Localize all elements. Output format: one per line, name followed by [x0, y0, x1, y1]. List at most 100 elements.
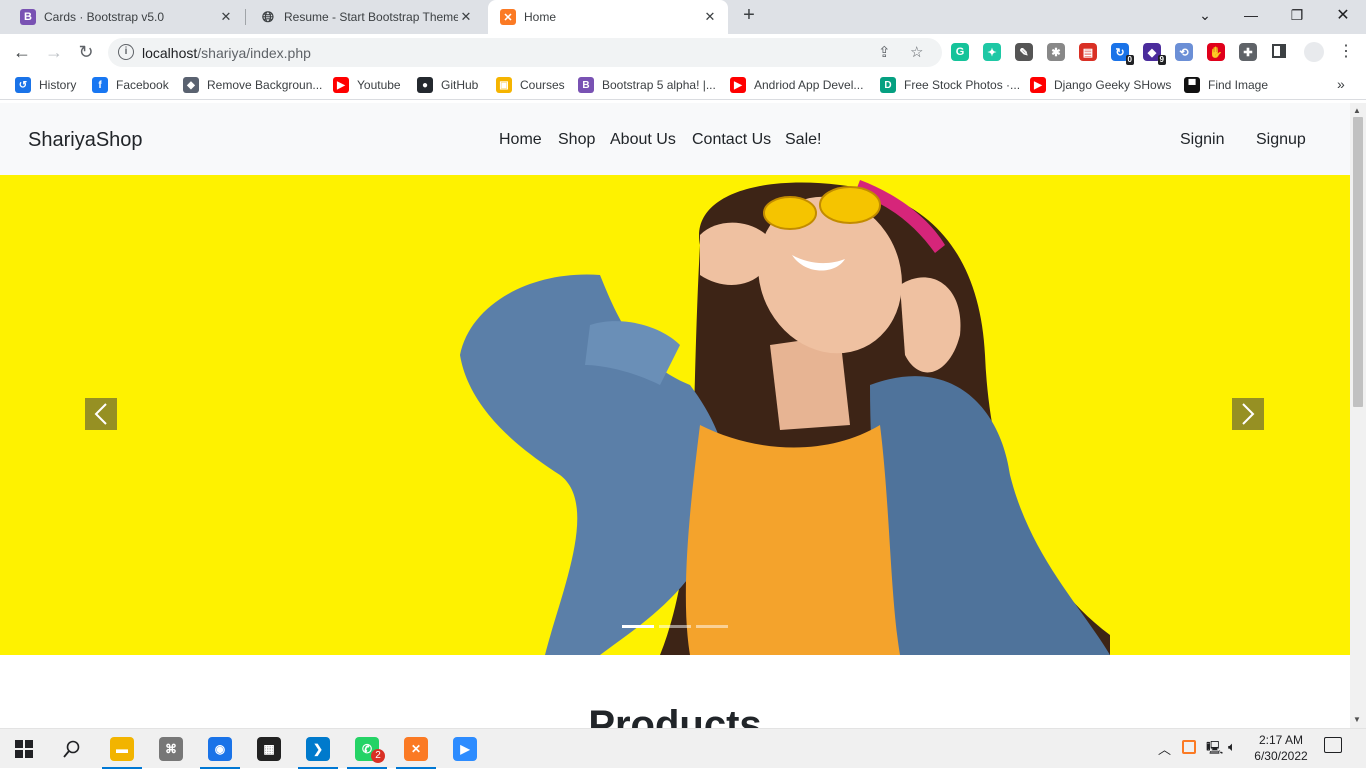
carousel-next-button[interactable] [1232, 398, 1264, 430]
scroll-down-icon[interactable]: ▼ [1353, 715, 1361, 724]
zoom-icon: ▶ [453, 737, 477, 761]
scroll-up-icon[interactable]: ▲ [1353, 106, 1361, 115]
bookmark-item[interactable]: f Facebook [92, 76, 169, 94]
start-button[interactable] [0, 729, 48, 769]
youtube-icon: ▶ [333, 77, 349, 93]
windows-taskbar: ▬ ⌘ ◉ ▦ ❯ ✆ 2 ✕ ▶ ︿ 🖳︎ 🔈︎ 2:17 AM 6/30/2022 [0, 728, 1366, 769]
close-icon[interactable]: ✕ [458, 9, 474, 25]
web-page-icon[interactable]: ▤ [1079, 43, 1097, 61]
tab-home[interactable]: ✕ Home ✕ [488, 0, 728, 34]
xampp-tray-icon[interactable] [1182, 740, 1196, 754]
bookmark-item[interactable]: ↺ History [15, 76, 76, 94]
classroom-icon: ▣ [496, 77, 512, 93]
tweeter-icon[interactable]: ✦ [983, 43, 1001, 61]
tab-title: Cards · Bootstrap v5.0 [44, 10, 165, 24]
new-tab-button[interactable]: + [738, 4, 760, 28]
loop-icon[interactable]: ⟲ [1175, 43, 1193, 61]
bookmark-item[interactable]: ▶ Youtube [333, 76, 401, 94]
bookmark-item[interactable]: ▣ Courses [496, 76, 565, 94]
bookmark-label: Facebook [116, 78, 169, 92]
chrome-icon: ◉ [208, 737, 232, 761]
taskbar-app-chip-app[interactable]: ▦ [245, 729, 293, 769]
reload-icon[interactable]: ↻ [72, 38, 100, 66]
notifications-icon[interactable] [1324, 737, 1342, 753]
carousel-indicator-1[interactable] [622, 625, 654, 628]
bookmark-item[interactable]: ▶ Andriod App Devel... [730, 76, 863, 94]
extension-badge: 0 [1125, 55, 1134, 65]
bookmark-item[interactable]: D Free Stock Photos ·... [880, 76, 1020, 94]
grammarly-icon[interactable]: G [951, 43, 969, 61]
address-bar[interactable]: i localhost/shariya/index.php ⇪ ☆ [108, 38, 942, 67]
search-icon [63, 740, 80, 758]
clock-time: 2:17 AM [1258, 733, 1304, 747]
bookmark-item[interactable]: ▶ Django Geeky SHows [1030, 76, 1171, 94]
tab-title: Resume - Start Bootstrap Theme [284, 10, 458, 24]
browser-tab-strip: B Cards · Bootstrap v5.0 ✕ 🌐︎ Resume - S… [0, 0, 1366, 34]
carousel-indicator-3[interactable] [696, 625, 728, 628]
back-icon[interactable]: ← [8, 38, 36, 66]
share-icon[interactable]: ⇪ [878, 43, 891, 61]
bookmark-item[interactable]: ▀ Find Image [1184, 76, 1268, 94]
facebook-icon: f [92, 77, 108, 93]
system-clock[interactable]: 2:17 AM 6/30/2022 [1250, 732, 1312, 764]
sunglasses-left [763, 196, 817, 230]
puzzle-icon[interactable]: ✚ [1239, 43, 1257, 61]
profile-avatar[interactable] [1304, 42, 1324, 62]
show-hidden-icons-icon[interactable]: ︿ [1158, 739, 1171, 758]
carousel-prev-button[interactable] [85, 398, 117, 430]
carousel-indicator-2[interactable] [659, 625, 691, 628]
bookmark-label: History [39, 78, 77, 92]
chip-app-icon: ▦ [257, 737, 281, 761]
nav-contact-us[interactable]: Contact Us [692, 131, 771, 149]
taskbar-app-chrome[interactable]: ◉ [196, 729, 244, 769]
minimize-icon[interactable]: — [1228, 0, 1274, 30]
gem-icon[interactable]: ◆ 9 [1143, 43, 1166, 65]
adblock-icon[interactable]: ✋ [1207, 43, 1225, 61]
web-page: ShariyaShop Home Shop About Us Contact U… [0, 103, 1366, 728]
maximize-icon[interactable]: ❐ [1274, 0, 1320, 30]
taskbar-app-xampp[interactable]: ✕ [392, 729, 440, 769]
network-tool-icon: ⌘ [159, 737, 183, 761]
close-icon[interactable]: ✕ [702, 9, 718, 25]
scrollbar-thumb[interactable] [1353, 117, 1363, 407]
signup-link[interactable]: Signup [1256, 131, 1306, 149]
tab-cards-bootstrap[interactable]: B Cards · Bootstrap v5.0 ✕ [0, 0, 244, 34]
menu-icon[interactable]: ⋮ [1338, 41, 1354, 61]
taskbar-app-network-tool[interactable]: ⌘ [147, 729, 195, 769]
page-scrollbar[interactable]: ▲ ▼ [1350, 103, 1366, 728]
close-icon[interactable]: ✕ [218, 9, 234, 25]
bug-icon[interactable]: ✱ [1047, 43, 1065, 61]
taskbar-app-zoom[interactable]: ▶ [441, 729, 489, 769]
nav-home[interactable]: Home [499, 131, 542, 149]
taskbar-app-vscode[interactable]: ❯ [294, 729, 342, 769]
bookmark-item[interactable]: B Bootstrap 5 alpha! |... [578, 76, 716, 94]
carousel-slide-image [0, 175, 1350, 655]
nav-about-us[interactable]: About Us [610, 131, 676, 149]
stock-photo-icon: D [880, 77, 896, 93]
bookmark-star-icon[interactable]: ☆ [910, 43, 923, 61]
bookmark-item[interactable]: ◆ Remove Backgroun... [183, 76, 322, 94]
eyedropper-icon[interactable]: ✎ [1015, 43, 1033, 61]
tab-resume[interactable]: 🌐︎ Resume - Start Bootstrap Theme ✕ [240, 0, 484, 34]
forward-icon[interactable]: → [40, 38, 68, 66]
file-explorer-icon: ▬ [110, 737, 134, 761]
refresh-ext-icon[interactable]: ↻ 0 [1111, 43, 1134, 65]
site-info-icon[interactable]: i [118, 44, 134, 60]
bookmark-item[interactable]: ● GitHub [417, 76, 478, 94]
nav-sale[interactable]: Sale! [785, 131, 821, 149]
bookmark-label: Remove Backgroun... [207, 78, 323, 92]
nav-shop[interactable]: Shop [558, 131, 595, 149]
close-window-icon[interactable]: ✕ [1320, 0, 1366, 30]
vscode-icon: ❯ [306, 737, 330, 761]
tab-search-icon[interactable]: ⌄ [1182, 0, 1228, 30]
taskbar-app-whatsapp[interactable]: ✆ 2 [343, 729, 391, 769]
site-brand[interactable]: ShariyaShop [28, 129, 143, 152]
taskbar-app-file-explorer[interactable]: ▬ [98, 729, 146, 769]
network-icon[interactable]: 🖳︎ [1206, 739, 1223, 761]
signin-link[interactable]: Signin [1180, 131, 1224, 149]
more-bookmarks-icon[interactable]: » [1337, 76, 1345, 92]
volume-icon[interactable]: 🔈︎ [1228, 739, 1236, 755]
github-icon: ● [417, 77, 433, 93]
search-button[interactable] [48, 729, 96, 769]
side-panel-icon[interactable] [1272, 44, 1286, 58]
